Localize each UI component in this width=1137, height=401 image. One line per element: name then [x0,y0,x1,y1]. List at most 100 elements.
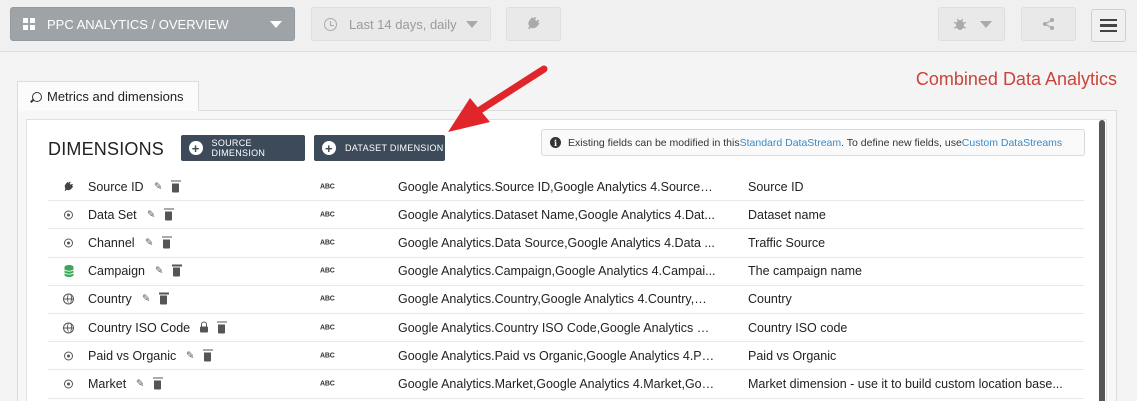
table-row: Paid vs Organic ✎ ABC Google Analytics.Paid… [48,342,1084,371]
dimension-name: Source ID [88,179,144,194]
edit-pencil-icon[interactable]: ✎ [142,294,150,305]
delete-trash-icon[interactable] [170,180,181,193]
date-range-label: Last 14 days, daily [349,16,457,32]
info-notice: i Existing fields can be modified in thi… [541,129,1085,156]
dimension-description: Paid vs Organic [748,348,837,363]
plus-circle-icon: + [322,141,336,155]
dimension-source-fields: Google Analytics.Dataset Name,Google Ana… [398,207,715,222]
dimension-description: The campaign name [748,264,862,279]
delete-trash-icon[interactable] [152,377,163,390]
type-abc-icon: ABC [320,211,335,219]
edit-pencil-icon[interactable]: ✎ [154,181,162,192]
type-abc-icon: ABC [320,380,335,388]
plus-circle-icon: + [189,141,203,155]
dimension-name: Market [88,376,127,391]
chevron-down-icon [270,21,282,28]
dimension-description: Dataset name [748,207,826,222]
row-actions: ✎ [142,292,169,305]
row-actions: ✎ [155,264,182,277]
view-selector-label: PPC ANALYTICS / OVERVIEW [47,16,229,32]
dimension-description: Country [748,292,792,307]
menu-icon-bar [1100,29,1117,33]
debug-button[interactable] [938,7,1005,41]
table-row: Channel ✎ ABC Google Analytics.Data Source,… [48,229,1084,258]
delete-trash-icon[interactable] [171,264,182,277]
plug-icon [63,181,75,193]
globe-icon [63,293,74,305]
row-actions: ✎ [154,180,181,193]
dimension-source-fields: Google Analytics.Market,Google Analytics… [398,376,716,391]
type-abc-icon: ABC [320,295,335,303]
plug-icon [527,16,539,30]
dimension-name: Paid vs Organic [88,348,177,363]
search-icon [32,91,42,102]
chevron-down-icon [466,21,478,28]
dimensions-heading: DIMENSIONS [48,139,165,159]
table-row: Data Set ✎ ABC Google Analytics.Dataset Nam… [48,201,1084,230]
dimension-source-fields: Google Analytics.Source ID,Google Analyt… [398,179,716,194]
delete-trash-icon[interactable] [161,236,172,249]
table-row: Source ID ✎ ABC Google Analytics.Source ID,… [48,173,1084,202]
row-actions: ✎ [136,377,163,390]
add-source-dimension-button[interactable]: + SOURCE DIMENSION [181,135,305,161]
type-abc-icon: ABC [320,324,335,332]
edit-pencil-icon[interactable]: ✎ [147,209,155,220]
dimension-name: Country ISO Code [88,320,191,335]
table-row: Country ISO Code ABC Google Analytics.Coun… [48,314,1084,343]
dimension-source-fields: Google Analytics.Paid vs Organic,Google … [398,348,716,363]
delete-trash-icon[interactable] [216,321,227,334]
tab-label: Metrics and dimensions [47,89,184,104]
row-actions: ✎ [147,208,174,221]
date-range-selector[interactable]: Last 14 days, daily [311,7,491,41]
bug-icon [953,18,967,30]
dimension-description: Country ISO code [748,320,848,335]
row-actions: ✎ [186,349,213,362]
share-icon [1042,18,1054,30]
edit-pencil-icon[interactable]: ✎ [186,350,194,361]
database-icon [63,265,75,278]
vertical-scrollbar[interactable] [1099,120,1105,401]
info-text-1: Existing fields can be modified in this [568,136,740,149]
edit-pencil-icon[interactable]: ✎ [136,378,144,389]
standard-datastream-link[interactable]: Standard DataStream [740,137,842,149]
dimension-source-fields: Google Analytics.Country,Google Analytic… [398,292,716,307]
edit-pencil-icon[interactable]: ✎ [155,266,163,277]
type-abc-icon: ABC [320,239,335,247]
dimension-description: Market dimension - use it to build custo… [748,376,1063,391]
type-abc-icon: ABC [320,352,335,360]
table-row: Campaign ✎ ABC Google Analytics.Campaign,Go… [48,258,1084,286]
delete-trash-icon[interactable] [202,349,213,362]
dimensions-table: Source ID ✎ ABC Google Analytics.Source ID,… [48,173,1084,399]
delete-trash-icon[interactable] [158,292,169,305]
target-icon [64,210,73,220]
row-actions: ✎ [145,236,172,249]
chevron-down-icon [980,21,992,28]
connector-button[interactable] [506,7,561,41]
share-button[interactable] [1021,7,1076,41]
tab-metrics-and-dimensions[interactable]: Metrics and dimensions [17,81,199,111]
info-text-2: . To define new fields, use [841,136,962,149]
table-row: Market ✎ ABC Google Analytics.Market,Google… [48,370,1084,399]
dimension-description: Traffic Source [748,235,826,250]
dashboard-grid-icon [23,18,35,30]
dimension-name: Data Set [88,207,137,222]
target-icon [64,379,73,389]
delete-trash-icon[interactable] [163,208,174,221]
add-dataset-dimension-button[interactable]: + DATASET DIMENSION [314,135,445,161]
view-selector[interactable]: PPC ANALYTICS / OVERVIEW [10,7,295,41]
menu-icon-bar [1100,18,1117,22]
target-icon [64,238,73,248]
source-dimension-label: SOURCE DIMENSION [211,138,266,158]
type-abc-icon: ABC [320,267,335,275]
top-toolbar: PPC ANALYTICS / OVERVIEW Last 14 days, d… [0,0,1137,52]
hamburger-menu-button[interactable] [1091,9,1126,42]
page-title: Combined Data Analytics [915,69,1117,89]
edit-pencil-icon[interactable]: ✎ [145,237,153,248]
table-row: Country ✎ ABC Google Analytics.Country,Goog… [48,286,1084,314]
annotation-arrow [448,65,548,132]
custom-datastreams-link[interactable]: Custom DataStreams [962,137,1062,149]
dimension-source-fields: Google Analytics.Data Source,Google Anal… [398,235,715,250]
dimension-name: Channel [88,235,135,250]
dimension-source-fields: Google Analytics.Campaign,Google Analyti… [398,264,716,279]
dimension-name: Country [88,292,132,307]
